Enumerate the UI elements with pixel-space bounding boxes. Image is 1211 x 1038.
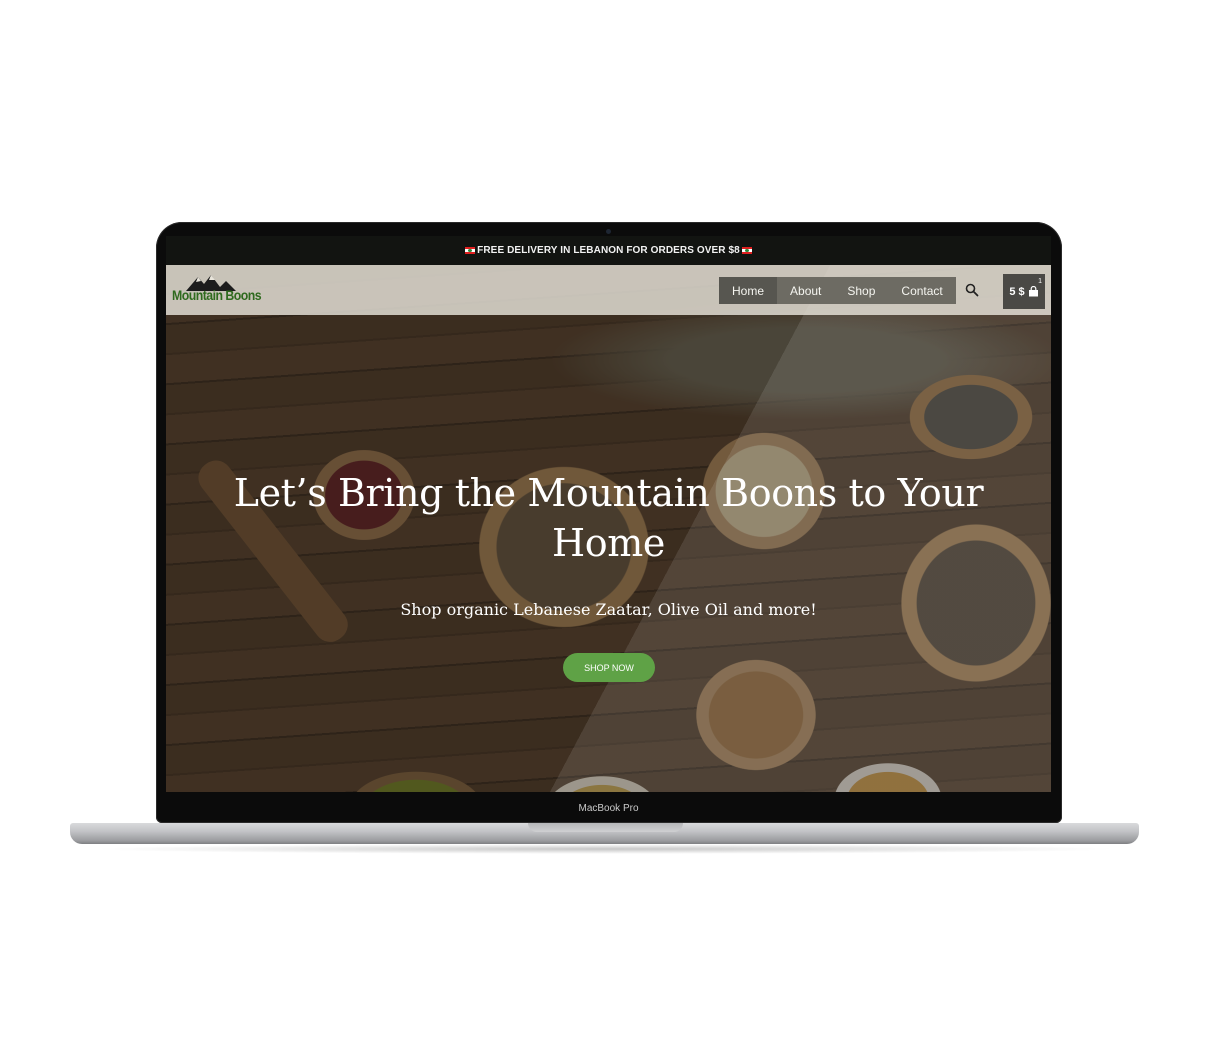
cart-count-badge: 1: [1038, 278, 1042, 285]
nav-contact[interactable]: Contact: [888, 277, 955, 304]
search-icon[interactable]: [964, 282, 980, 298]
lebanon-flag-icon: [465, 247, 476, 254]
laptop-shadow: [90, 844, 1120, 854]
lebanon-flag-icon: [741, 247, 752, 254]
shopping-bag-icon: [1028, 286, 1038, 297]
cart-total: 5 $: [1009, 285, 1025, 298]
webcam: [606, 229, 611, 234]
hero-headline: Let’s Bring the Mountain Boons to Your H…: [233, 471, 984, 565]
hero-subheadline: Shop organic Lebanese Zaatar, Olive Oil …: [400, 600, 817, 619]
shop-now-button[interactable]: SHOP NOW: [563, 653, 655, 682]
nav-home[interactable]: Home: [719, 277, 778, 304]
announcement-bar: FREE DELIVERY IN LEBANON FOR ORDERS OVER…: [166, 236, 1051, 265]
logo-text: Mountain Boons: [172, 287, 262, 303]
cart-button[interactable]: 5 $ 1: [1003, 274, 1045, 309]
device-model-label: MacBook Pro: [578, 803, 639, 814]
site-logo[interactable]: Mountain Boons: [172, 274, 264, 310]
announcement-text: FREE DELIVERY IN LEBANON FOR ORDERS OVER…: [477, 245, 740, 256]
main-nav: Home About Shop Contact: [719, 277, 956, 304]
nav-shop[interactable]: Shop: [834, 277, 888, 304]
laptop-screen: FREE DELIVERY IN LEBANON FOR ORDERS OVER…: [166, 236, 1051, 792]
laptop-base-notch: [528, 823, 683, 832]
nav-about[interactable]: About: [777, 277, 834, 304]
